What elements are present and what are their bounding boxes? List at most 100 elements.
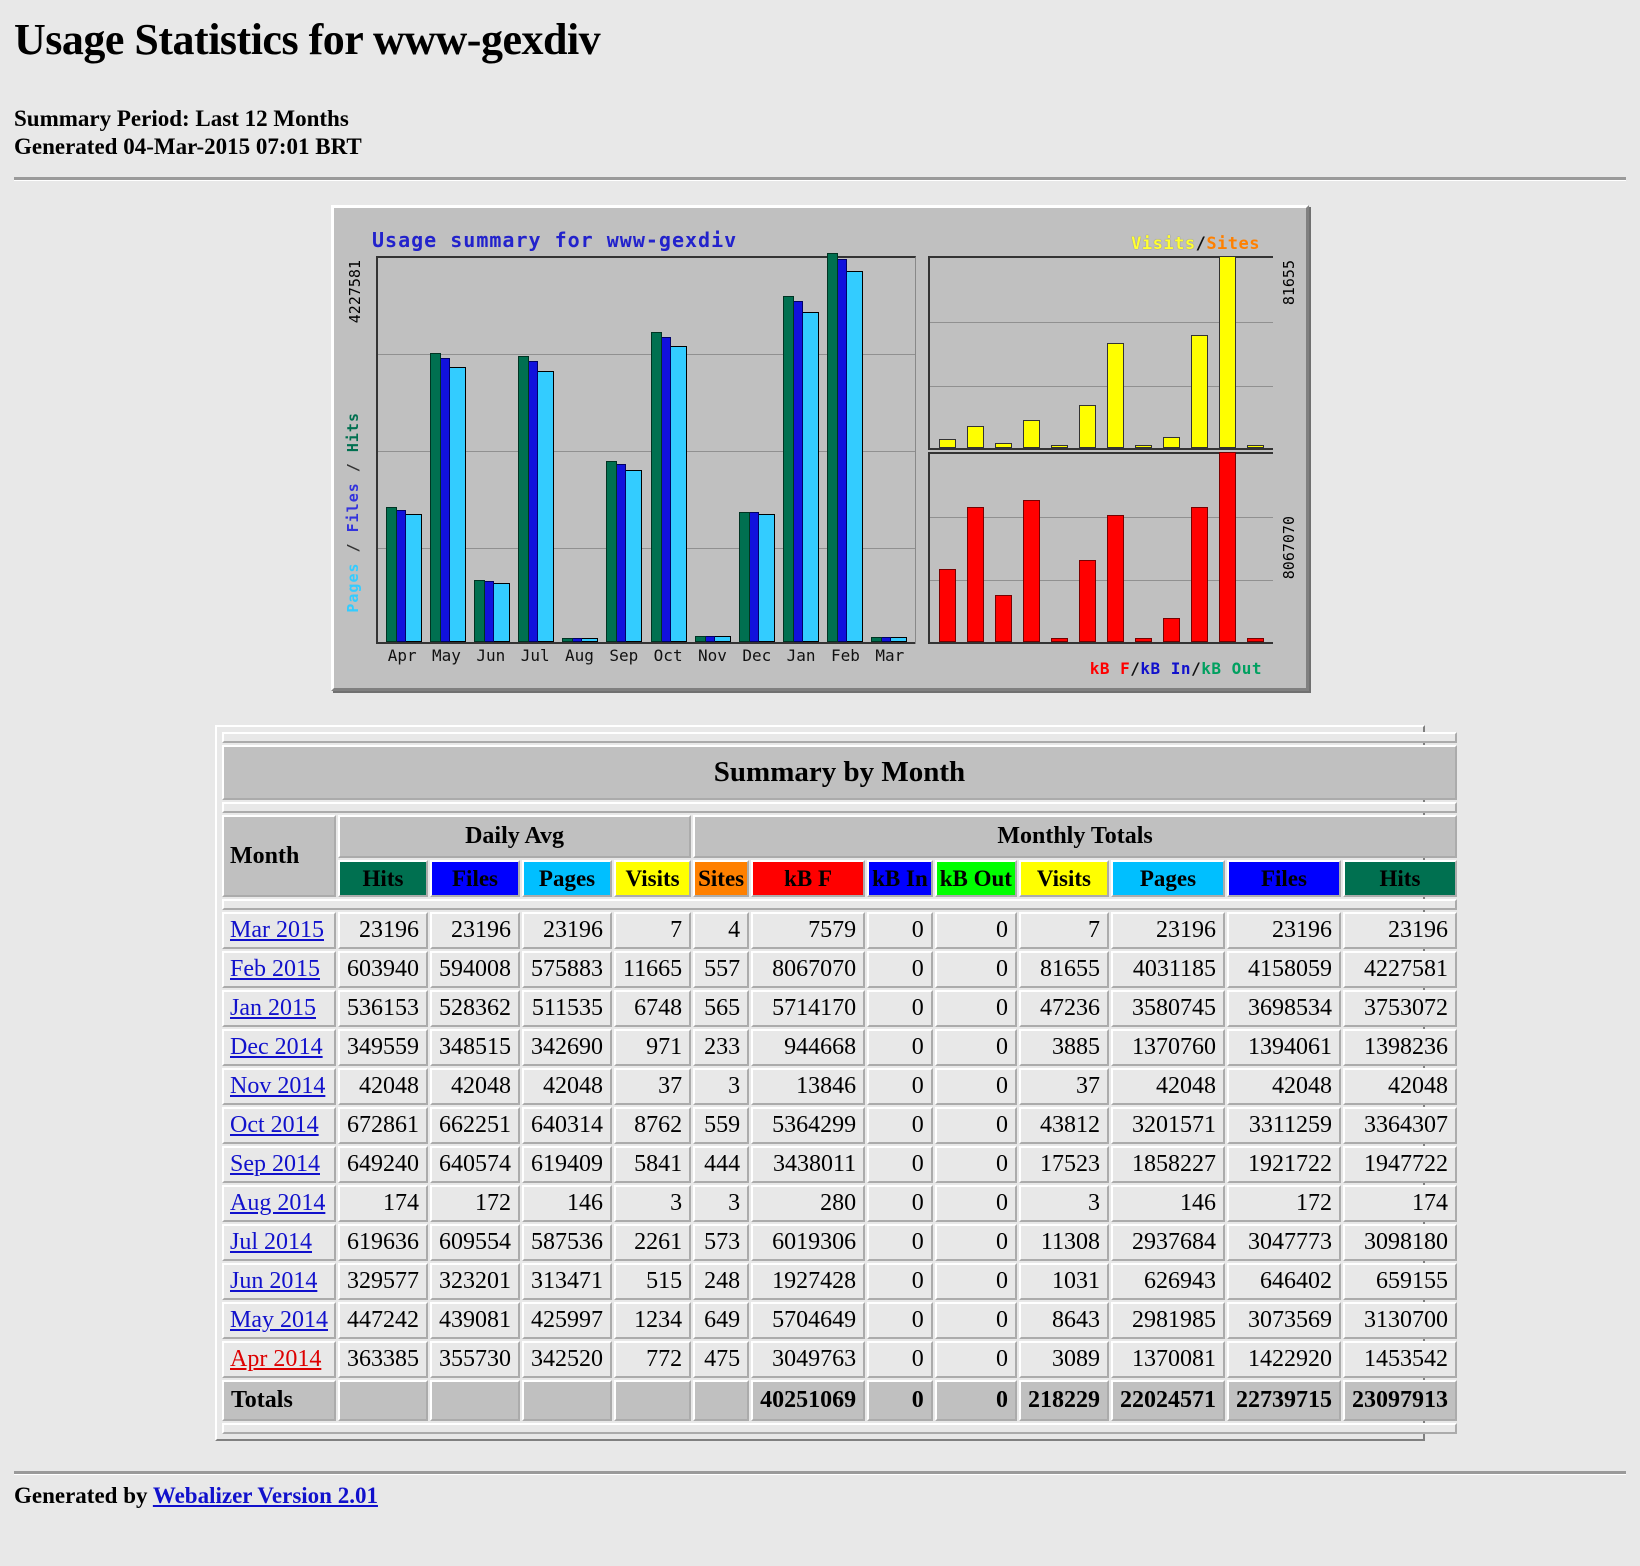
cell-total-files: 3073569 — [1226, 1302, 1341, 1340]
x-tick-label: May — [432, 646, 461, 666]
cell-daily-pages: 425997 — [522, 1302, 612, 1340]
col-header-kbin: kB In — [867, 860, 933, 898]
bar-group — [1157, 454, 1185, 643]
cell-total-files: 1422920 — [1226, 1341, 1341, 1379]
table-row: Aug 2014 174 172 146 3 3 280 0 0 3 146 1… — [222, 1185, 1457, 1223]
cell-sites: 4 — [693, 912, 750, 950]
month-link[interactable]: Jan 2015 — [230, 995, 316, 1021]
table-row: May 2014 447242 439081 425997 1234 649 5… — [222, 1302, 1457, 1340]
cell-sites: 233 — [693, 1029, 750, 1067]
cell-total-pages: 1858227 — [1110, 1146, 1225, 1184]
cell-daily-hits: 672861 — [338, 1107, 428, 1145]
month-cell[interactable]: Sep 2014 — [222, 1146, 336, 1184]
cell-daily-pages: 640314 — [522, 1107, 612, 1145]
chart-bars-hits — [378, 253, 915, 643]
month-link[interactable]: Apr 2014 — [230, 1346, 321, 1372]
month-link[interactable]: Aug 2014 — [230, 1190, 325, 1216]
cell-sites: 3 — [693, 1068, 750, 1106]
cell-daily-hits: 42048 — [338, 1068, 428, 1106]
summary-period-text: Summary Period: Last 12 Months — [14, 106, 349, 131]
month-link[interactable]: Oct 2014 — [230, 1112, 319, 1138]
chart-panel-kb — [928, 452, 1273, 645]
cell-total-files: 646402 — [1226, 1263, 1341, 1301]
cell-daily-visits: 1234 — [614, 1302, 692, 1340]
cell-daily-files: 640574 — [430, 1146, 520, 1184]
chart-bars-visits — [930, 256, 1273, 449]
cell-kbout: 0 — [934, 951, 1017, 989]
bar-group — [990, 258, 1018, 449]
bar-group — [1129, 454, 1157, 643]
cell-daily-pages: 146 — [522, 1185, 612, 1223]
month-cell[interactable]: Mar 2015 — [222, 912, 336, 950]
table-row: Apr 2014 363385 355730 342520 772 475 30… — [222, 1341, 1457, 1379]
cell-kbin: 0 — [867, 990, 933, 1028]
cell-total-pages: 23196 — [1110, 912, 1225, 950]
totals-files: 22739715 — [1226, 1380, 1341, 1422]
totals-kbout: 0 — [934, 1380, 1017, 1422]
cell-daily-visits: 2261 — [614, 1224, 692, 1262]
month-link[interactable]: May 2014 — [230, 1307, 328, 1333]
cell-daily-files: 355730 — [430, 1341, 520, 1379]
cell-total-visits: 11308 — [1018, 1224, 1109, 1262]
cell-daily-visits: 5841 — [614, 1146, 692, 1184]
month-cell[interactable]: Jan 2015 — [222, 990, 336, 1028]
month-cell[interactable]: Apr 2014 — [222, 1341, 336, 1379]
month-cell[interactable]: Jul 2014 — [222, 1224, 336, 1262]
cell-total-files: 23196 — [1226, 912, 1341, 950]
month-cell[interactable]: Dec 2014 — [222, 1029, 336, 1067]
x-tick-label: Sep — [609, 646, 639, 666]
month-cell[interactable]: May 2014 — [222, 1302, 336, 1340]
month-cell[interactable]: Feb 2015 — [222, 951, 336, 989]
bar-group — [1046, 454, 1074, 643]
cell-total-visits: 37 — [1018, 1068, 1109, 1106]
month-link[interactable]: Jun 2014 — [230, 1268, 317, 1294]
bar-group — [867, 258, 911, 643]
cell-daily-hits: 363385 — [338, 1341, 428, 1379]
totals-blank-5 — [693, 1380, 750, 1422]
cell-daily-hits: 619636 — [338, 1224, 428, 1262]
cell-daily-files: 439081 — [430, 1302, 520, 1340]
footer-divider — [14, 1471, 1626, 1476]
month-link[interactable]: Nov 2014 — [230, 1073, 325, 1099]
cell-kbout: 0 — [934, 1263, 1017, 1301]
month-cell[interactable]: Oct 2014 — [222, 1107, 336, 1145]
cell-total-files: 3047773 — [1226, 1224, 1341, 1262]
cell-daily-visits: 7 — [614, 912, 692, 950]
bar-group — [691, 258, 735, 643]
month-cell[interactable]: Nov 2014 — [222, 1068, 336, 1106]
webalizer-link[interactable]: Webalizer Version 2.01 — [153, 1483, 378, 1508]
header-monthly-totals: Monthly Totals — [693, 815, 1457, 859]
bar-group — [1018, 454, 1046, 643]
cell-kbf: 944668 — [751, 1029, 866, 1067]
cell-total-pages: 2981985 — [1110, 1302, 1225, 1340]
table-row: Nov 2014 42048 42048 42048 37 3 13846 0 … — [222, 1068, 1457, 1106]
month-link[interactable]: Jul 2014 — [230, 1229, 312, 1255]
chart-y-axis-label: Pages / Files / Hits — [344, 412, 362, 613]
month-link[interactable]: Feb 2015 — [230, 956, 320, 982]
bar-group — [962, 258, 990, 449]
x-tick-label: Oct — [653, 646, 683, 666]
cell-daily-pages: 511535 — [522, 990, 612, 1028]
month-link[interactable]: Mar 2015 — [230, 917, 324, 943]
chart-bars-kb — [930, 452, 1273, 643]
month-cell[interactable]: Jun 2014 — [222, 1263, 336, 1301]
cell-total-pages: 4031185 — [1110, 951, 1225, 989]
col-header-daily-hits: Hits — [338, 860, 428, 898]
table-caption: Summary by Month — [222, 745, 1457, 801]
month-cell[interactable]: Aug 2014 — [222, 1185, 336, 1223]
cell-total-visits: 8643 — [1018, 1302, 1109, 1340]
cell-sites: 565 — [693, 990, 750, 1028]
cell-total-files: 1394061 — [1226, 1029, 1341, 1067]
cell-kbout: 0 — [934, 1068, 1017, 1106]
table-column-header-row: Hits Files Pages Visits Sites kB F kB In… — [222, 860, 1457, 898]
summary-by-month-table: Summary by Month Month Daily Avg Monthly… — [220, 730, 1459, 1436]
month-link[interactable]: Dec 2014 — [230, 1034, 323, 1060]
chart-title: Usage summary for www-gexdiv — [372, 228, 738, 253]
table-row: Jan 2015 536153 528362 511535 6748 565 5… — [222, 990, 1457, 1028]
cell-daily-hits: 447242 — [338, 1302, 428, 1340]
summary-table-wrapper: Summary by Month Month Daily Avg Monthly… — [215, 725, 1457, 1442]
month-link[interactable]: Sep 2014 — [230, 1151, 320, 1177]
cell-kbf: 1927428 — [751, 1263, 866, 1301]
y-label-hits: Hits — [344, 412, 362, 453]
cell-daily-visits: 772 — [614, 1341, 692, 1379]
